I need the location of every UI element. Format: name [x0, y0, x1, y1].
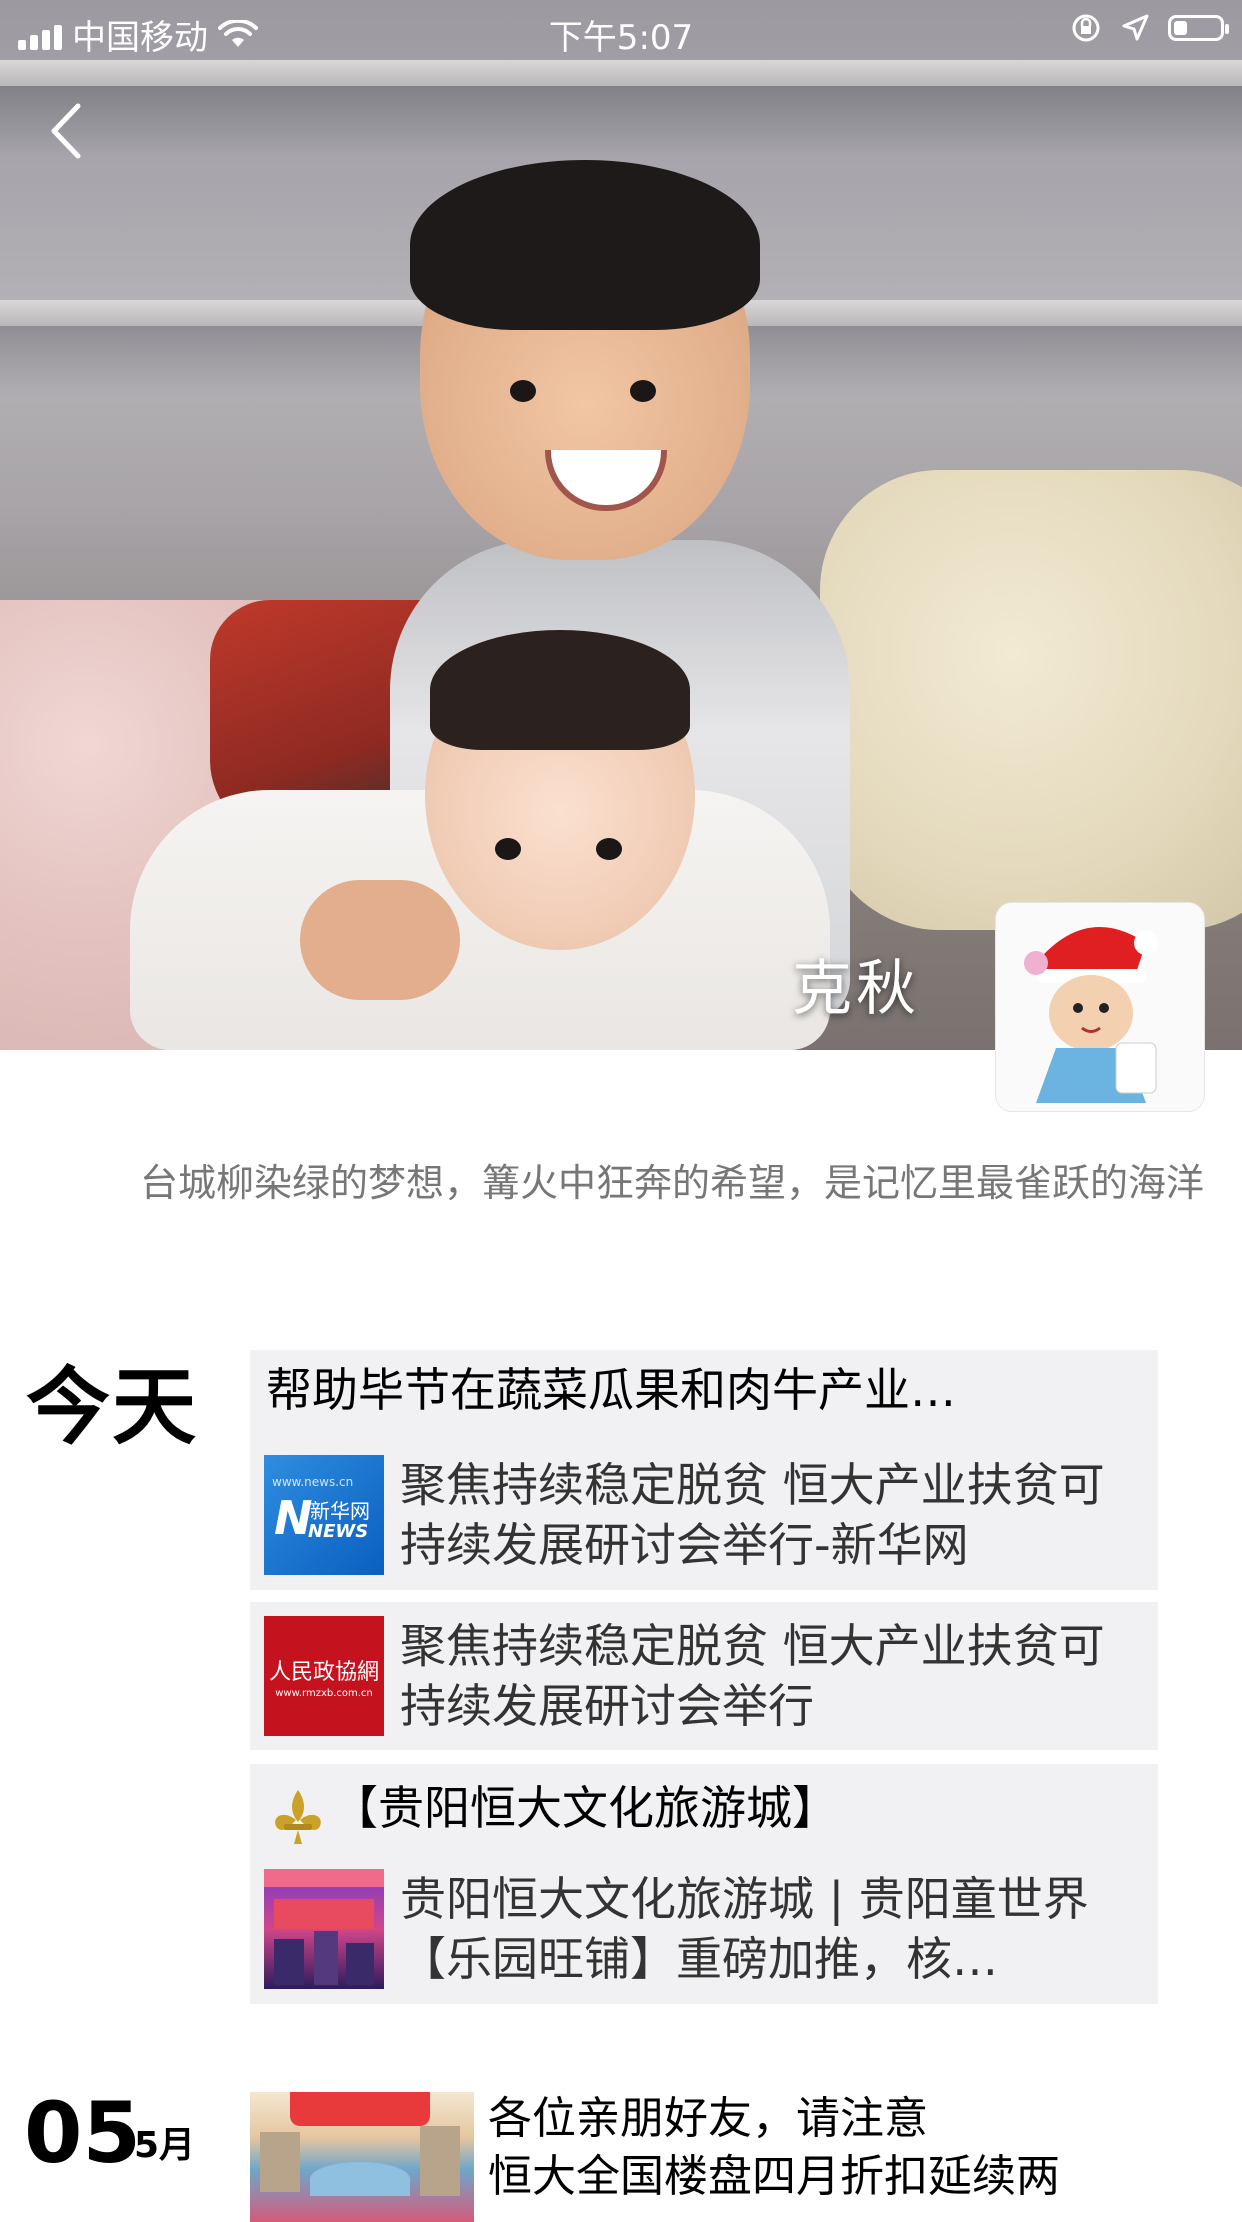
thumb-sub: www.rmzxb.com.cn [275, 1688, 373, 1699]
card-title: 【贵阳恒大文化旅游城】 [332, 1781, 838, 1835]
cover-photo[interactable] [0, 0, 1242, 1050]
thumb-text: 人民政協網 [268, 1660, 379, 1685]
fleur-de-lis-icon [275, 1790, 321, 1844]
card-title: 帮助毕节在蔬菜瓜果和肉牛产业… [266, 1363, 956, 1417]
location-arrow-icon [1122, 14, 1149, 41]
xinhua-news-logo-icon: www.news.cn N 新华网 NEWS [264, 1455, 384, 1575]
baby-hair [430, 630, 690, 750]
card-text: 贵阳恒大文化旅游城 | 贵阳童世界【乐园旺铺】重磅加推，核… [400, 1872, 1089, 1986]
moment-card-rmzxb[interactable]: 人民政協網 www.rmzxb.com.cn 聚焦持续稳定脱贫 恒大产业扶贫可持… [250, 1602, 1158, 1750]
status-right-icons [1070, 12, 1229, 44]
date-label-today: 今天 [26, 1358, 199, 1456]
date-label-day: 05 [24, 2084, 141, 2182]
promo-poster-icon [264, 1869, 384, 1989]
boy-eye [630, 380, 656, 402]
post-image[interactable] [250, 2092, 474, 2222]
baby-eye [596, 838, 622, 860]
pillow [820, 470, 1242, 930]
moment-card-xinhua[interactable]: 帮助毕节在蔬菜瓜果和肉牛产业… www.news.cn N 新华网 NEWS 聚… [250, 1350, 1158, 1590]
boy-hair [410, 160, 760, 330]
shelf-shadow [0, 86, 1242, 156]
status-bar: 中国移动 下午5:07 [0, 0, 1242, 60]
status-time: 下午5:07 [548, 18, 694, 58]
baby-eye [495, 838, 521, 860]
rmzxb-logo-icon: 人民政協網 www.rmzxb.com.cn [264, 1616, 384, 1736]
shelf [0, 60, 1242, 86]
post-text: 各位亲朋好友，请注意 恒大全国楼盘四月折扣延续两 [488, 2093, 1060, 2202]
card-text: 聚焦持续稳定脱贫 恒大产业扶贫可持续发展研讨会举行 [400, 1619, 1105, 1733]
back-chevron-icon[interactable] [40, 96, 100, 166]
profile-nickname: 克秋 [792, 954, 920, 1024]
card-text: 聚焦持续稳定脱贫 恒大产业扶贫可持续发展研讨会举行-新华网 [400, 1458, 1105, 1572]
profile-avatar[interactable] [996, 903, 1204, 1111]
thumb-sub: NEWS [308, 1521, 369, 1542]
boy-eye [510, 380, 536, 402]
date-label-month: 5月 [134, 2125, 196, 2166]
battery-icon [1168, 15, 1229, 41]
thumb-text: 新华网 [310, 1499, 370, 1523]
profile-signature: 台城柳染绿的梦想，篝火中狂奔的希望，是记忆里最雀跃的海洋 [139, 1161, 1204, 1205]
rotation-lock-icon [1072, 14, 1100, 42]
hand [300, 880, 460, 1000]
cartoon-avatar-icon [996, 903, 1204, 1111]
moment-card-guiyang[interactable]: 【贵阳恒大文化旅游城】 贵阳恒大文化旅游城 | 贵阳童世界【乐园旺铺】重磅加推，… [250, 1764, 1158, 2004]
